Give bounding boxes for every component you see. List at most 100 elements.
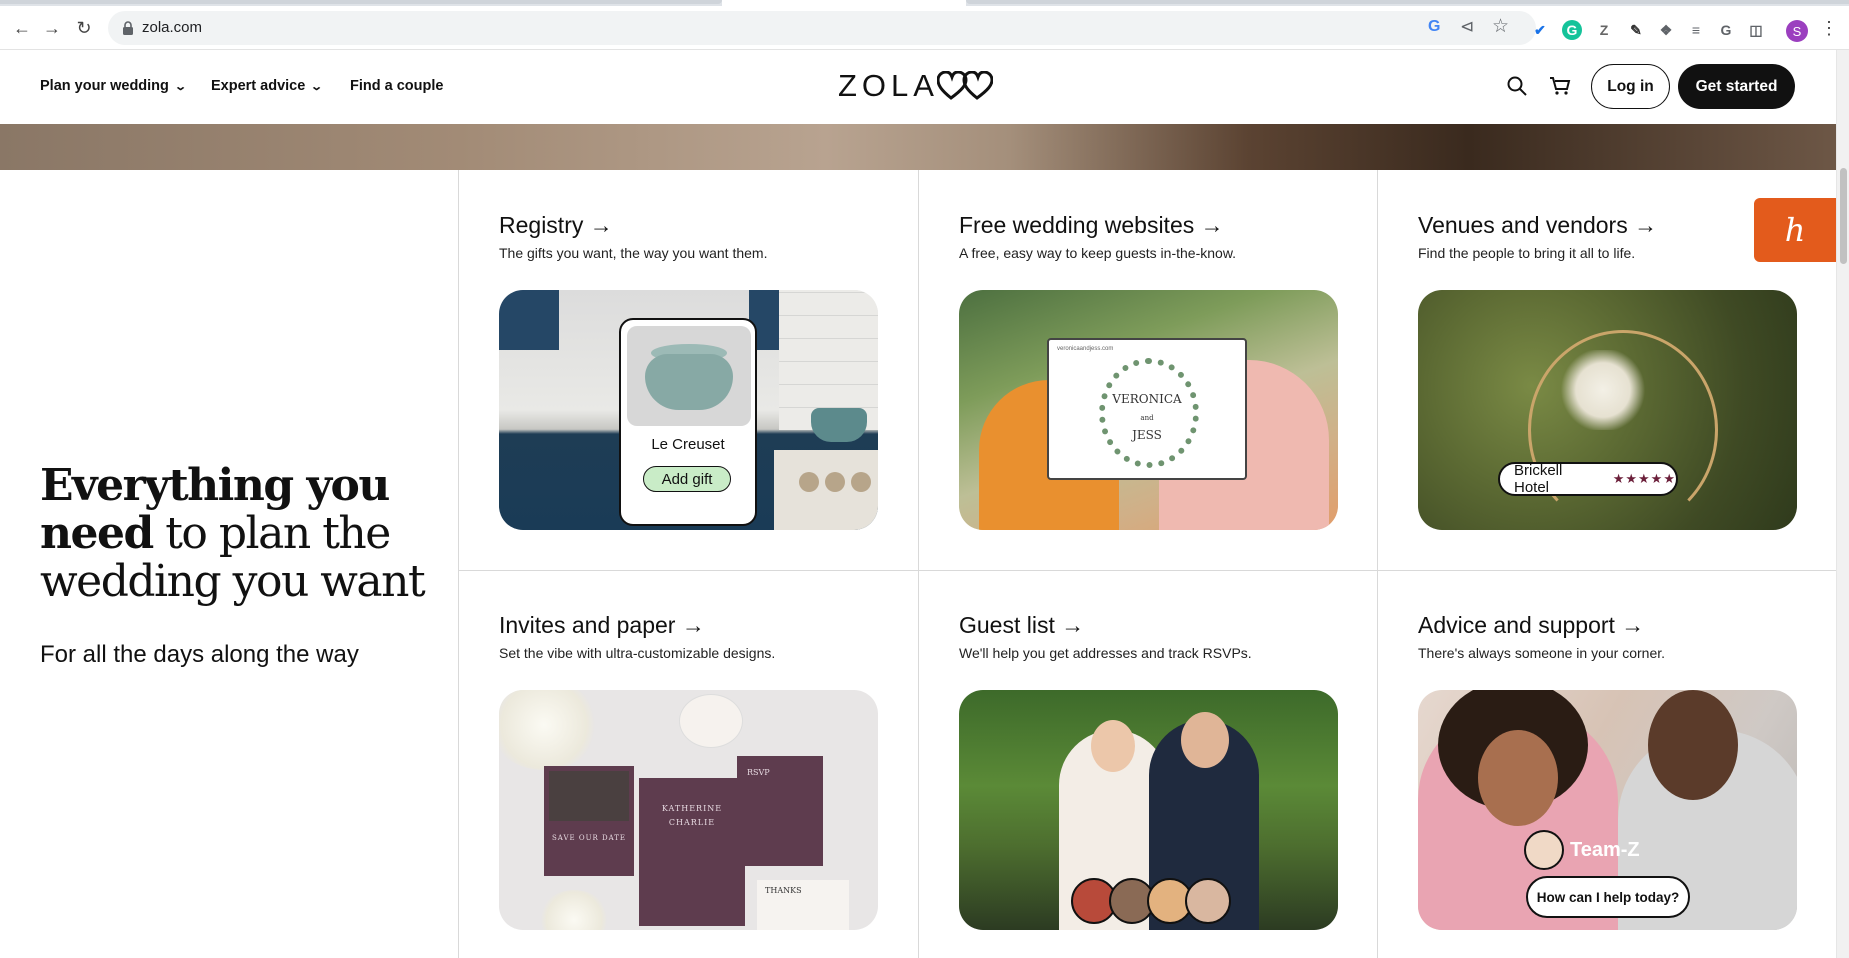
product-card[interactable]: Le Creuset Add gift	[619, 318, 757, 526]
venues-image[interactable]: Brickell Hotel ★★★★★	[1418, 290, 1797, 530]
invites-image[interactable]: SAVE OUR DATE RSVP KATHERINE CHARLIE THA…	[499, 690, 878, 930]
google-lens-icon[interactable]: G	[1428, 18, 1440, 36]
chevron-down-icon: ⌄	[310, 80, 324, 93]
venue-name: Brickell Hotel	[1514, 462, 1563, 496]
forward-arrow-icon[interactable]: →	[40, 16, 64, 40]
flowers-shape	[1558, 350, 1648, 430]
nav-expert-advice[interactable]: Expert advice ⌄	[211, 78, 324, 94]
websites-image[interactable]: veronicaandjess.com VERONICA and JESS	[959, 290, 1338, 530]
card-desc-invites: Set the vibe with ultra-customizable des…	[499, 645, 776, 661]
search-icon[interactable]	[1505, 74, 1529, 98]
headline-bold-2: need	[40, 508, 154, 559]
card-title-text: Advice and support	[1418, 612, 1615, 638]
card-title-venues[interactable]: Venues and vendors →	[1418, 212, 1657, 239]
card-desc-registry: The gifts you want, the way you want the…	[499, 245, 768, 261]
venue-tag: Brickell Hotel ★★★★★	[1498, 462, 1678, 496]
arrow-right-icon: →	[1061, 612, 1085, 638]
background-tab[interactable]	[0, 0, 722, 4]
get-started-button[interactable]: Get started	[1678, 64, 1795, 109]
page-scrollbar[interactable]	[1836, 50, 1849, 958]
grid-divider	[458, 170, 459, 958]
side-panel-icon[interactable]: ◫	[1746, 20, 1766, 40]
face-shape	[1181, 712, 1229, 768]
chat-bubble: How can I help today?	[1526, 876, 1690, 918]
card-title-text: Registry	[499, 212, 584, 238]
invitation-names: KATHERINE CHARLIE	[639, 802, 745, 830]
grid-divider	[918, 170, 919, 958]
reading-list-icon[interactable]: ≡	[1686, 20, 1706, 40]
eyedropper-icon[interactable]: ✎	[1626, 20, 1646, 40]
registry-image[interactable]: Le Creuset Add gift	[499, 290, 878, 530]
page-subheadline: For all the days along the way	[40, 641, 359, 668]
arrow-right-icon: →	[1200, 212, 1224, 238]
face-shape	[1478, 730, 1558, 826]
website-preview: veronicaandjess.com VERONICA and JESS	[1047, 338, 1247, 480]
avatar	[1185, 878, 1231, 924]
url-text[interactable]: zola.com	[142, 19, 202, 36]
lock-icon[interactable]	[120, 20, 136, 36]
pot-shape	[811, 408, 867, 442]
scrollbar-thumb[interactable]	[1840, 168, 1847, 264]
avatar	[1524, 830, 1564, 870]
reload-icon[interactable]: ↻	[72, 16, 96, 40]
extension-v-icon[interactable]: ✔	[1530, 20, 1550, 40]
extensions-puzzle-icon[interactable]: ❖	[1656, 20, 1676, 40]
bookmark-star-icon[interactable]: ☆	[1492, 15, 1509, 38]
card-title-guest-list[interactable]: Guest list →	[959, 612, 1084, 639]
add-gift-button[interactable]: Add gift	[643, 466, 731, 492]
card-title-advice[interactable]: Advice and support →	[1418, 612, 1644, 639]
wreath-graphic	[1099, 358, 1199, 468]
headline-text-1: to plan the	[152, 508, 391, 559]
dish-shape	[679, 694, 743, 748]
arrow-right-icon: →	[1621, 612, 1645, 638]
card-desc-advice: There's always someone in your corner.	[1418, 645, 1666, 661]
background-tab[interactable]	[966, 0, 1849, 4]
nav-find-a-couple[interactable]: Find a couple	[350, 78, 443, 94]
nav-label: Expert advice	[211, 78, 306, 94]
card-title-registry[interactable]: Registry →	[499, 212, 613, 239]
logo-text: ZOLA	[838, 68, 939, 103]
card-desc-websites: A free, easy way to keep guests in-the-k…	[959, 245, 1237, 261]
browser-toolbar: ← → ↻ zola.com G ⊲ ☆ ✔ G Z ✎ ❖ ≡ G ◫ S ⋮	[0, 6, 1849, 50]
guest-list-image[interactable]	[959, 690, 1338, 930]
page-headline: Everything you need to plan the wedding …	[40, 462, 440, 606]
guest-avatars	[1071, 878, 1231, 924]
knob-shape	[851, 472, 871, 492]
grid-divider	[1377, 170, 1378, 958]
invite-name-2: CHARLIE	[668, 818, 716, 827]
cabinet-shape	[499, 290, 559, 350]
card-title-text: Guest list	[959, 612, 1055, 638]
headline-bold-1: Everything you	[40, 460, 390, 511]
back-arrow-icon[interactable]: ←	[10, 16, 34, 40]
rsvp-card: RSVP	[737, 756, 823, 866]
face-shape	[1648, 690, 1738, 800]
flower-shape	[499, 690, 599, 770]
card-title-invites[interactable]: Invites and paper →	[499, 612, 705, 639]
couple-name-1: VERONICA	[1112, 392, 1182, 406]
card-title-text: Venues and vendors	[1418, 212, 1628, 238]
google-icon[interactable]: G	[1716, 20, 1736, 40]
browser-menu-icon[interactable]: ⋮	[1820, 18, 1838, 39]
save-the-date-text: SAVE OUR DATE	[551, 834, 627, 842]
card-title-websites[interactable]: Free wedding websites →	[959, 212, 1224, 239]
flower-shape	[539, 890, 609, 930]
zola-logo[interactable]: ZOLA	[838, 68, 993, 104]
chevron-down-icon: ⌄	[174, 80, 187, 93]
cart-icon[interactable]	[1548, 74, 1572, 98]
arrow-right-icon: →	[681, 612, 705, 638]
honey-extension-badge[interactable]: h	[1754, 198, 1836, 262]
face-shape	[1091, 720, 1135, 772]
invitation-card: KATHERINE CHARLIE	[639, 778, 745, 926]
login-button[interactable]: Log in	[1591, 64, 1670, 109]
extension-z-icon[interactable]: Z	[1594, 20, 1614, 40]
card-title-text: Free wedding websites	[959, 212, 1195, 238]
share-icon[interactable]: ⊲	[1460, 17, 1474, 37]
address-bar[interactable]: zola.com G ⊲ ☆	[108, 11, 1536, 45]
couple-name-2: JESS	[1132, 428, 1162, 442]
profile-avatar[interactable]: S	[1786, 20, 1808, 42]
nav-plan-your-wedding[interactable]: Plan your wedding ⌄	[40, 78, 187, 94]
advice-image[interactable]: Team-Z How can I help today?	[1418, 690, 1797, 930]
pot-body-shape	[645, 354, 733, 410]
grammarly-icon[interactable]: G	[1562, 20, 1582, 40]
product-brand: Le Creuset	[651, 436, 725, 453]
